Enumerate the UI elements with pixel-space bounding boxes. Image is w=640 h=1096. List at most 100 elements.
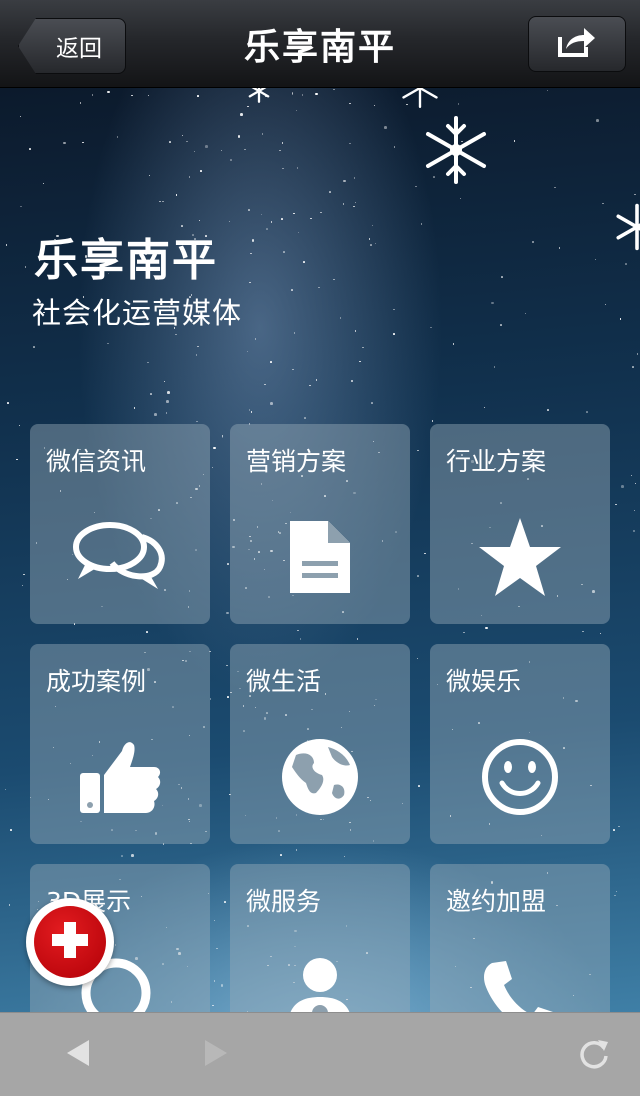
back-button[interactable]: 返回	[18, 18, 126, 74]
star-dot	[246, 350, 249, 353]
star-dot	[220, 149, 223, 152]
star-dot	[116, 136, 119, 138]
arrow-left-icon	[65, 1038, 91, 1072]
star-dot	[293, 332, 296, 334]
star-dot	[216, 947, 218, 950]
tile-label: 营销方案	[246, 447, 347, 476]
tile-industry-plan[interactable]: 行业方案	[430, 424, 610, 624]
star-dot	[315, 379, 318, 381]
star-dot	[5, 244, 8, 246]
star-dot	[547, 409, 549, 411]
star-dot	[558, 247, 561, 249]
star-dot	[614, 894, 616, 897]
tile-label: 行业方案	[446, 447, 547, 476]
star-dot	[270, 361, 272, 363]
star-dot	[147, 361, 149, 364]
tile-micro-entertainment[interactable]: 微娱乐	[430, 644, 610, 844]
star-dot	[582, 630, 584, 633]
arrow-right-icon	[203, 1038, 229, 1072]
tile-label: 微信资讯	[46, 447, 147, 476]
star-dot	[247, 105, 249, 108]
star-dot	[227, 563, 229, 565]
star-dot	[261, 133, 264, 135]
star-dot	[82, 141, 84, 144]
tile-micro-life[interactable]: 微生活	[230, 644, 410, 844]
star-dot	[227, 696, 229, 698]
star-dot	[371, 224, 374, 227]
star-dot	[359, 360, 361, 363]
star-dot	[295, 849, 298, 851]
tile-marketing-plan[interactable]: 营销方案	[230, 424, 410, 624]
star-dot	[159, 200, 161, 203]
star-dot	[531, 240, 535, 244]
star-dot	[420, 223, 423, 225]
star-dot	[362, 346, 364, 349]
star-dot	[213, 446, 216, 450]
star-dot	[244, 148, 246, 151]
star-dot	[16, 458, 18, 461]
star-dot	[634, 482, 637, 485]
star-dot	[8, 904, 11, 906]
thumbs-up-icon	[78, 737, 162, 821]
star-dot	[632, 529, 636, 533]
phone-icon	[480, 957, 560, 1012]
reload-button[interactable]	[574, 1035, 614, 1075]
star-dot	[459, 197, 462, 200]
star-dot	[188, 176, 191, 178]
star-dot	[491, 301, 494, 305]
star-dot	[393, 333, 395, 335]
star-dot	[197, 95, 199, 97]
star-dot	[198, 219, 201, 222]
star-dot	[524, 312, 527, 315]
star-dot	[594, 258, 597, 261]
star-dot	[10, 829, 12, 831]
star-dot	[333, 278, 335, 281]
star-dot	[350, 379, 354, 383]
star-dot	[165, 412, 168, 414]
star-dot	[424, 552, 426, 555]
star-dot	[463, 631, 465, 634]
document-icon	[286, 517, 354, 601]
browser-forward-button[interactable]	[196, 1035, 236, 1075]
star-dot	[226, 611, 229, 615]
tile-micro-service[interactable]: 微服务	[230, 864, 410, 1012]
navigation-bar: 返回 乐享南平	[0, 0, 640, 88]
star-dot	[343, 179, 346, 183]
page-title: 乐享南平	[243, 27, 396, 68]
star-dot	[23, 573, 25, 576]
star-dot	[633, 509, 636, 512]
star-dot	[349, 142, 351, 145]
star-dot	[625, 263, 627, 265]
star-dot	[295, 109, 298, 112]
tile-success-cases[interactable]: 成功案例	[30, 644, 210, 844]
tile-invite-join[interactable]: 邀约加盟	[430, 864, 610, 1012]
star-dot	[282, 167, 284, 170]
person-icon	[280, 957, 360, 1012]
star-dot	[374, 242, 377, 245]
star-dot	[270, 221, 273, 223]
star-dot	[354, 330, 357, 332]
star-dot	[297, 629, 299, 632]
star-dot	[266, 228, 268, 230]
star-dot	[297, 231, 300, 234]
star-dot	[393, 308, 395, 311]
star-dot	[212, 1004, 214, 1007]
star-dot	[343, 855, 346, 858]
share-button[interactable]	[528, 16, 626, 72]
star-icon	[477, 516, 563, 602]
tile-wechat-news[interactable]: 微信资讯	[30, 424, 210, 624]
star-dot	[602, 202, 604, 204]
star-dot	[604, 303, 607, 306]
floating-add-button[interactable]	[26, 898, 114, 986]
star-dot	[166, 400, 169, 403]
browser-back-button[interactable]	[58, 1035, 98, 1075]
tile-label: 微服务	[246, 887, 322, 916]
star-dot	[368, 238, 371, 240]
star-dot	[20, 205, 22, 208]
star-dot	[248, 209, 250, 211]
star-dot	[500, 324, 502, 326]
star-dot	[193, 150, 196, 153]
star-dot	[148, 174, 151, 177]
star-dot	[24, 266, 27, 268]
star-dot	[292, 368, 294, 371]
